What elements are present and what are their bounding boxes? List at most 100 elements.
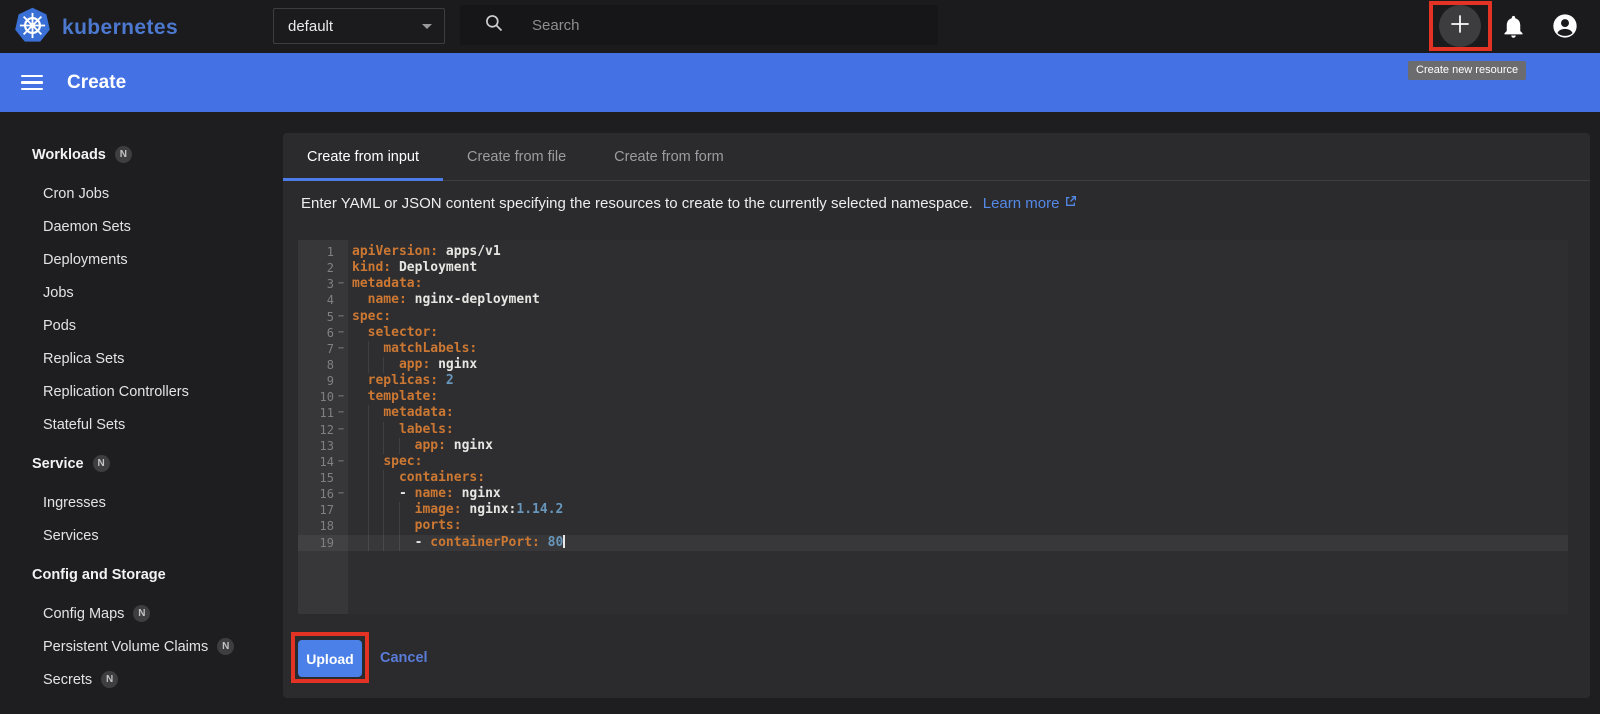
fold-gutter-space — [334, 470, 348, 486]
sidebar-item-label: Config Maps — [43, 605, 125, 622]
bell-icon — [1500, 15, 1527, 44]
namespace-select-value: default — [288, 17, 334, 35]
token-key: template: — [367, 389, 439, 405]
token-value: - — [414, 534, 431, 550]
sidebar-item-label: Replica Sets — [43, 350, 125, 367]
search-input[interactable] — [532, 16, 912, 34]
token-key: app: — [398, 356, 431, 372]
token-key: ports: — [414, 518, 462, 534]
tab-create-from-form[interactable]: Create from form — [590, 133, 748, 180]
code-text: app: nginx — [348, 437, 1568, 454]
line-number: 19 — [319, 535, 334, 550]
fold-marker-icon[interactable]: − — [334, 454, 348, 470]
sidebar-item-deployments[interactable]: Deployments — [0, 243, 283, 276]
account-button[interactable] — [1551, 12, 1579, 45]
account-icon — [1551, 14, 1579, 44]
indent-guide — [367, 469, 369, 487]
create-resource-button[interactable] — [1439, 5, 1481, 47]
code-text: selector: — [348, 325, 1568, 341]
code-text: app: nginx — [348, 356, 1568, 374]
code-line: 4 name: nginx-deployment — [298, 292, 1568, 308]
cancel-button[interactable]: Cancel — [380, 640, 428, 677]
sidebar-item-replica-sets[interactable]: Replica Sets — [0, 342, 283, 375]
code-line: 3− metadata: — [298, 276, 1568, 292]
sidebar-section-workloads[interactable]: Workloads N — [0, 138, 283, 171]
indent-guide — [367, 405, 369, 422]
fold-marker-icon[interactable]: − — [334, 276, 348, 292]
token-key: containers: — [398, 469, 486, 485]
page-description: Enter YAML or JSON content specifying th… — [301, 195, 1077, 212]
code-line: 2 kind: Deployment — [298, 260, 1568, 276]
learn-more-link[interactable]: Learn more — [983, 195, 1078, 212]
fold-marker-icon[interactable]: − — [334, 389, 348, 405]
sidebar-item-services[interactable]: Services — [0, 519, 283, 552]
description-text: Enter YAML or JSON content specifying th… — [301, 195, 973, 212]
code-text: metadata: — [348, 405, 1568, 422]
line-number: 6 — [326, 325, 334, 340]
fold-marker-icon[interactable]: − — [334, 405, 348, 421]
line-number: 1 — [326, 245, 334, 259]
menu-button[interactable] — [21, 71, 43, 95]
code-text: apiVersion: apps/v1 — [348, 244, 1568, 260]
tooltip-create-new-resource: Create new resource — [1408, 61, 1527, 80]
sidebar-item-pods[interactable]: Pods — [0, 309, 283, 342]
sidebar-item-label: Stateful Sets — [43, 416, 126, 433]
fold-marker-icon[interactable]: − — [334, 486, 348, 502]
external-link-icon — [1064, 195, 1077, 212]
sidebar-item-stateful-sets[interactable]: Stateful Sets — [0, 408, 283, 441]
tab-create-from-file[interactable]: Create from file — [443, 133, 590, 180]
fold-marker-icon[interactable]: − — [334, 309, 348, 325]
content-card: Create from input Create from file Create … — [283, 133, 1590, 698]
line-number: 4 — [326, 293, 334, 308]
sidebar-item-label: Services — [43, 527, 99, 544]
indent-guide — [383, 356, 385, 374]
indent-guide — [367, 486, 369, 503]
sidebar-section-service[interactable]: Service N — [0, 447, 283, 480]
namespace-select[interactable]: default — [273, 8, 445, 44]
kubernetes-home-link[interactable]: kubernetes — [14, 7, 178, 49]
indent-guide — [398, 437, 400, 454]
fold-marker-icon[interactable]: − — [334, 325, 348, 341]
line-number: 7 — [326, 341, 334, 356]
line-number: 16 — [319, 487, 334, 502]
sidebar-item-label: Cron Jobs — [43, 185, 110, 202]
notifications-button[interactable] — [1500, 13, 1527, 45]
yaml-editor[interactable]: 1 apiVersion: apps/v1 2 kind: Deployment 3− m… — [298, 240, 1568, 614]
upload-button[interactable]: Upload — [298, 640, 362, 677]
sidebar-item-ingresses[interactable]: Ingresses — [0, 486, 283, 519]
sidebar-item-replication-controllers[interactable]: Replication Controllers — [0, 375, 283, 408]
fold-gutter-space — [334, 260, 348, 276]
indent-guide — [367, 502, 369, 519]
sidebar-section-config-and-storage[interactable]: Config and Storage — [0, 558, 283, 591]
token-key: containerPort: — [430, 534, 540, 550]
sidebar-item-jobs[interactable]: Jobs — [0, 276, 283, 309]
code-text: - containerPort: 80 — [348, 534, 1568, 551]
token-value: nginx: — [461, 502, 517, 518]
indent-guide — [383, 469, 385, 487]
namespaced-badge: N — [217, 638, 235, 655]
code-line: 9 replicas: 2 — [298, 373, 1568, 389]
kubernetes-logo-icon — [14, 7, 51, 49]
namespaced-badge: N — [133, 605, 151, 622]
sidebar-item-daemon-sets[interactable]: Daemon Sets — [0, 210, 283, 243]
fold-gutter-space — [334, 373, 348, 389]
sidebar-item-secrets[interactable]: Secrets N — [0, 663, 283, 696]
line-number: 5 — [326, 309, 334, 324]
indent-guide — [383, 437, 385, 454]
code-text: kind: Deployment — [348, 260, 1568, 276]
token-value: nginx — [445, 437, 493, 453]
indent-guide — [383, 486, 385, 503]
sidebar-item-cron-jobs[interactable]: Cron Jobs — [0, 177, 283, 210]
fold-marker-icon[interactable]: − — [334, 422, 348, 438]
tab-create-from-input[interactable]: Create from input — [283, 133, 444, 181]
line-number: 12 — [319, 422, 334, 437]
search-bar[interactable] — [460, 5, 938, 45]
namespaced-badge: N — [101, 671, 119, 688]
indent-guide — [367, 421, 369, 438]
line-number: 14 — [319, 454, 334, 469]
fold-marker-icon[interactable]: − — [334, 341, 348, 357]
sidebar-item-persistent-volume-claims[interactable]: Persistent Volume Claims N — [0, 630, 283, 663]
sidebar-item-config-maps[interactable]: Config Maps N — [0, 597, 283, 630]
code-text: image: nginx:1.14.2 — [348, 502, 1568, 519]
sidebar-item-label: Daemon Sets — [43, 218, 131, 235]
